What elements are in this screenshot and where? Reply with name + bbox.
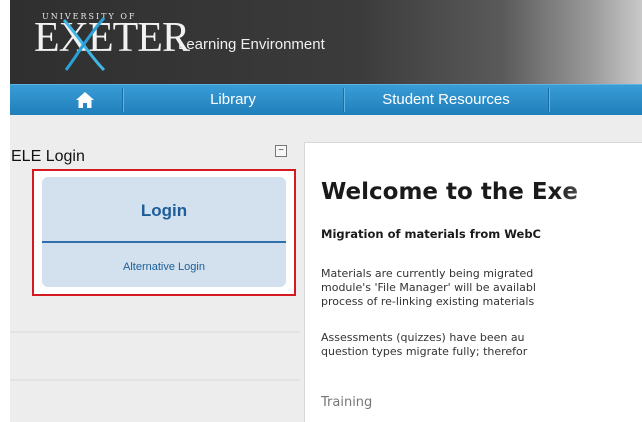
training-heading: Training — [321, 395, 373, 410]
login-divider — [42, 241, 286, 243]
home-icon[interactable] — [75, 90, 95, 110]
nav-item-library[interactable]: Library — [123, 85, 343, 115]
migration-heading: Migration of materials from WebC — [321, 227, 541, 241]
login-panel: Login Alternative Login — [42, 177, 286, 287]
paragraph-line: Assessments (quizzes) have been au — [321, 331, 525, 344]
main-content: Welcome to the Exe Migration of material… — [304, 142, 642, 422]
header-subtitle: Learning Environment — [178, 36, 325, 53]
login-button[interactable]: Login — [42, 201, 286, 221]
site-header: UNIVERSITY OF EXETER Learning Environmen… — [10, 0, 642, 84]
logo-x-mark-icon — [62, 17, 106, 72]
page-title: Welcome to the Exe — [321, 179, 578, 205]
alternative-login-link[interactable]: Alternative Login — [42, 261, 286, 273]
paragraph-line: question types migrate fully; therefor — [321, 345, 528, 358]
main-nav: Library Student Resources — [10, 84, 642, 115]
paragraph-line: process of re-linking existing materials — [321, 295, 535, 308]
paragraph-line: module's 'File Manager' will be availabl — [321, 281, 536, 294]
sidebar-separators — [10, 331, 300, 381]
logo-wordmark[interactable]: EXETER — [34, 17, 190, 59]
nav-item-student-resources[interactable]: Student Resources — [344, 85, 548, 115]
ele-login-title: ELE Login — [11, 148, 85, 165]
login-highlight-box: Login Alternative Login — [32, 169, 296, 296]
nav-separator — [548, 88, 550, 112]
collapse-button[interactable]: − — [275, 145, 287, 157]
content-fade-overlay — [555, 143, 642, 422]
browser-frame: UNIVERSITY OF EXETER Learning Environmen… — [10, 0, 642, 422]
paragraph-line: Materials are currently being migrated — [321, 267, 534, 280]
